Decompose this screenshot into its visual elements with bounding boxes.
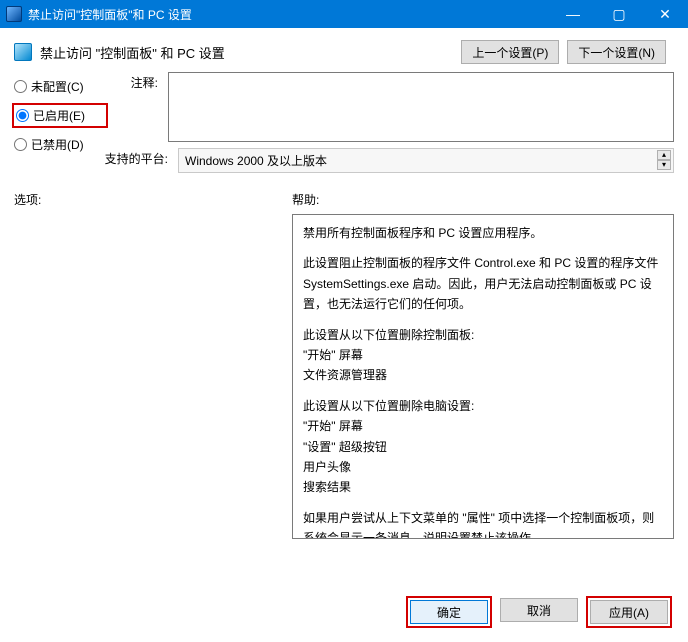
- radio-enabled[interactable]: 已启用(E): [12, 103, 108, 128]
- minimize-button[interactable]: —: [550, 0, 596, 28]
- window-controls: — ▢ ✕: [550, 0, 688, 28]
- maximize-button[interactable]: ▢: [596, 0, 642, 28]
- lower-area: 选项: 帮助: 禁用所有控制面板程序和 PC 设置应用程序。 此设置阻止控制面板…: [0, 173, 688, 539]
- help-p4: 此设置从以下位置删除电脑设置: "开始" 屏幕 "设置" 超级按钮 用户头像 搜…: [303, 396, 663, 498]
- close-button[interactable]: ✕: [642, 0, 688, 28]
- ok-highlight: 确定: [406, 596, 492, 628]
- radio-not-configured[interactable]: 未配置(C): [14, 78, 104, 95]
- settings-area: 未配置(C) 已启用(E) 已禁用(D) 注释: 支持的平台: Windows …: [0, 72, 688, 173]
- help-column: 帮助: 禁用所有控制面板程序和 PC 设置应用程序。 此设置阻止控制面板的程序文…: [292, 191, 674, 539]
- help-p2: 此设置阻止控制面板的程序文件 Control.exe 和 PC 设置的程序文件 …: [303, 253, 663, 314]
- radio-not-configured-label: 未配置(C): [31, 78, 84, 95]
- radio-enabled-input[interactable]: [16, 109, 29, 122]
- nav-buttons: 上一个设置(P) 下一个设置(N): [461, 40, 666, 64]
- cancel-button[interactable]: 取消: [500, 598, 578, 622]
- help-p3: 此设置从以下位置删除控制面板: "开始" 屏幕 文件资源管理器: [303, 325, 663, 386]
- help-p1: 禁用所有控制面板程序和 PC 设置应用程序。: [303, 223, 663, 243]
- comment-textarea[interactable]: [168, 72, 674, 142]
- options-label: 选项:: [14, 191, 264, 208]
- policy-title: 禁止访问 "控制面板" 和 PC 设置: [40, 43, 453, 62]
- header: 禁止访问 "控制面板" 和 PC 设置 上一个设置(P) 下一个设置(N): [0, 28, 688, 72]
- help-label: 帮助:: [292, 191, 674, 208]
- dialog-button-bar: 确定 取消 应用(A): [394, 588, 684, 636]
- radio-enabled-label: 已启用(E): [33, 107, 85, 124]
- state-radio-group: 未配置(C) 已启用(E) 已禁用(D): [14, 72, 104, 153]
- platform-label: 支持的平台:: [104, 148, 168, 167]
- help-textbox[interactable]: 禁用所有控制面板程序和 PC 设置应用程序。 此设置阻止控制面板的程序文件 Co…: [292, 214, 674, 539]
- radio-disabled-label: 已禁用(D): [31, 136, 84, 153]
- apply-button[interactable]: 应用(A): [590, 600, 668, 624]
- comment-label: 注释:: [104, 72, 158, 91]
- apply-highlight: 应用(A): [586, 596, 672, 628]
- platform-spinner: ▴ ▾: [657, 150, 671, 170]
- spin-up-icon[interactable]: ▴: [657, 150, 671, 160]
- policy-icon: [14, 43, 32, 61]
- radio-not-configured-input[interactable]: [14, 80, 27, 93]
- ok-button[interactable]: 确定: [410, 600, 488, 624]
- help-p5: 如果用户尝试从上下文菜单的 "属性" 项中选择一个控制面板项，则系统会显示一条消…: [303, 508, 663, 539]
- spin-down-icon[interactable]: ▾: [657, 160, 671, 170]
- next-setting-button[interactable]: 下一个设置(N): [567, 40, 666, 64]
- platform-value: Windows 2000 及以上版本: [185, 152, 327, 169]
- title-bar: 禁止访问"控制面板"和 PC 设置 — ▢ ✕: [0, 0, 688, 28]
- app-icon: [6, 6, 22, 22]
- window-title: 禁止访问"控制面板"和 PC 设置: [28, 6, 550, 23]
- previous-setting-button[interactable]: 上一个设置(P): [461, 40, 559, 64]
- radio-disabled-input[interactable]: [14, 138, 27, 151]
- radio-disabled[interactable]: 已禁用(D): [14, 136, 104, 153]
- supported-platform-field: Windows 2000 及以上版本 ▴ ▾: [178, 148, 674, 173]
- options-column: 选项:: [14, 191, 264, 539]
